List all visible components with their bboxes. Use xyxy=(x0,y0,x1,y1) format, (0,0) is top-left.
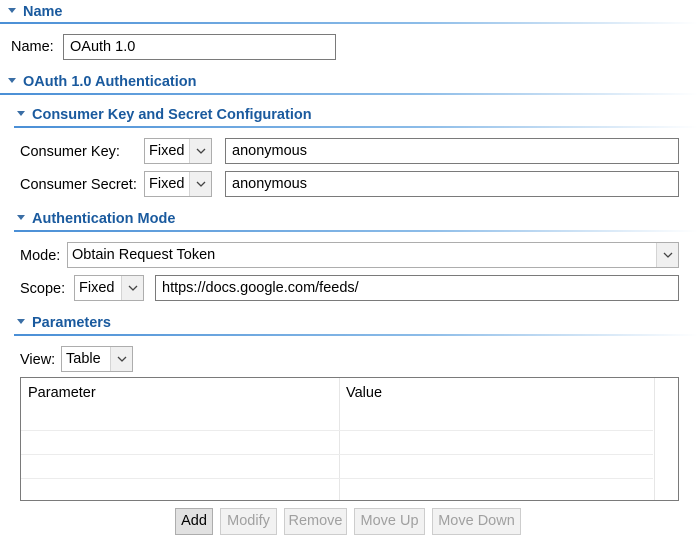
scope-input[interactable]: https://docs.google.com/feeds/ xyxy=(155,275,679,301)
collapse-triangle-icon xyxy=(17,214,25,220)
section-auth-mode-header[interactable]: Authentication Mode xyxy=(17,210,175,228)
consumer-secret-input[interactable]: anonymous xyxy=(225,171,679,197)
consumer-key-label: Consumer Key: xyxy=(20,144,120,160)
table-row-line xyxy=(21,478,653,479)
view-label: View: xyxy=(20,352,56,368)
column-divider xyxy=(654,378,655,500)
section-name-header[interactable]: Name xyxy=(8,3,63,21)
view-select[interactable]: Table xyxy=(61,346,133,372)
consumer-key-input[interactable]: anonymous xyxy=(225,138,679,164)
chevron-down-icon xyxy=(121,276,143,300)
scope-type-select[interactable]: Fixed xyxy=(74,275,144,301)
section-divider xyxy=(0,22,698,24)
parameters-table[interactable]: Parameter Value xyxy=(20,377,679,501)
collapse-triangle-icon xyxy=(17,110,25,116)
chevron-down-icon xyxy=(189,139,211,163)
column-header-value[interactable]: Value xyxy=(339,378,655,409)
column-header-parameter[interactable]: Parameter xyxy=(21,378,339,409)
section-divider xyxy=(14,126,698,128)
section-consumer-header[interactable]: Consumer Key and Secret Configuration xyxy=(17,106,312,124)
table-row-line xyxy=(21,454,653,455)
section-divider xyxy=(0,93,698,95)
remove-button[interactable]: Remove xyxy=(284,508,347,535)
section-divider xyxy=(14,334,698,336)
mode-label: Mode: xyxy=(20,248,61,264)
collapse-triangle-icon xyxy=(8,77,16,83)
table-row-line xyxy=(21,430,653,431)
consumer-secret-label: Consumer Secret: xyxy=(20,177,137,193)
move-down-button[interactable]: Move Down xyxy=(432,508,521,535)
column-divider xyxy=(339,378,340,500)
section-divider xyxy=(14,230,698,232)
modify-button[interactable]: Modify xyxy=(220,508,277,535)
consumer-key-type-select[interactable]: Fixed xyxy=(144,138,212,164)
move-up-button[interactable]: Move Up xyxy=(354,508,425,535)
scope-label: Scope: xyxy=(20,281,66,297)
consumer-secret-type-select[interactable]: Fixed xyxy=(144,171,212,197)
section-parameters-header[interactable]: Parameters xyxy=(17,314,111,332)
collapse-triangle-icon xyxy=(8,7,16,13)
name-input[interactable]: OAuth 1.0 xyxy=(63,34,336,60)
add-button[interactable]: Add xyxy=(175,508,213,535)
mode-select[interactable]: Obtain Request Token xyxy=(67,242,679,268)
section-oauth-header[interactable]: OAuth 1.0 Authentication xyxy=(8,73,196,91)
name-label: Name: xyxy=(11,39,54,55)
chevron-down-icon xyxy=(110,347,132,371)
chevron-down-icon xyxy=(656,243,678,267)
chevron-down-icon xyxy=(189,172,211,196)
collapse-triangle-icon xyxy=(17,318,25,324)
